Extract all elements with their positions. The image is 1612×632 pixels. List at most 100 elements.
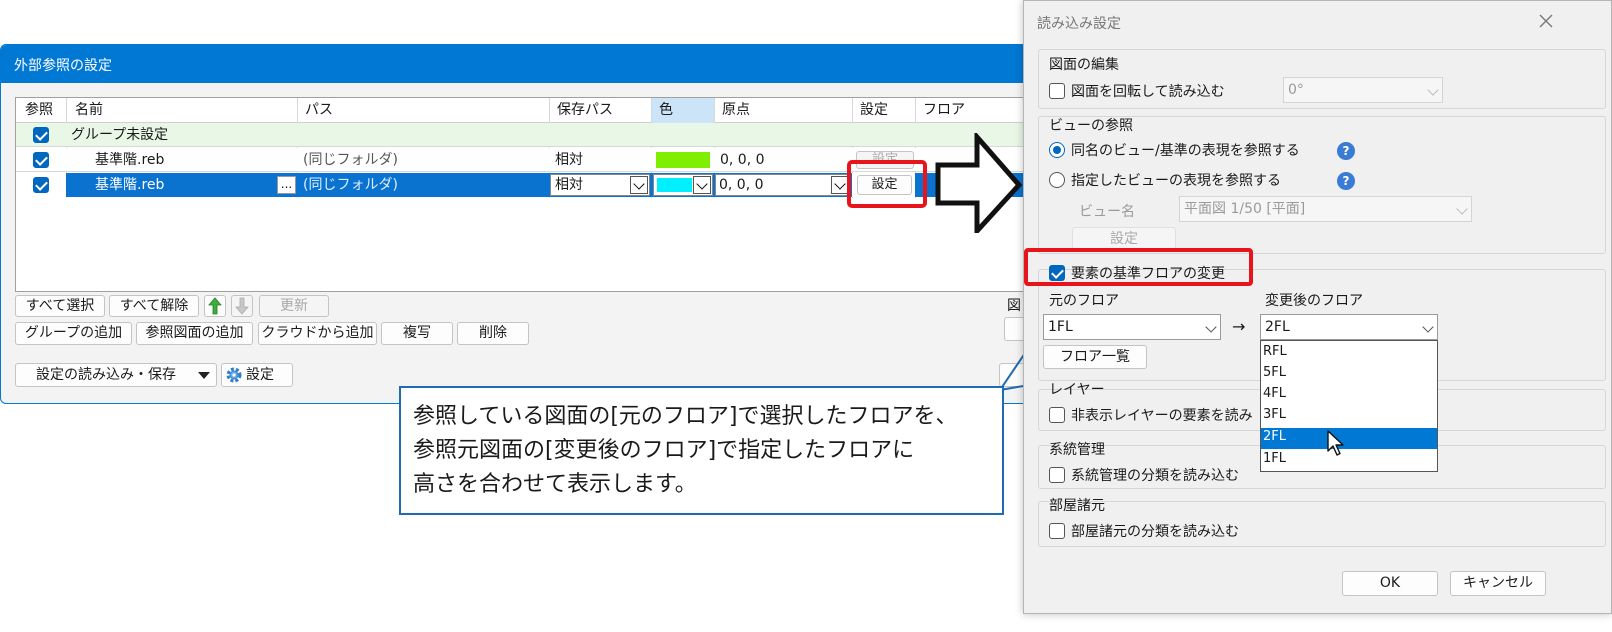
- from-floor-value: 1FL: [1048, 319, 1073, 335]
- chevron-down-icon: [633, 178, 645, 190]
- chevron-down-icon: [1427, 84, 1439, 96]
- to-floor-label: 変更後のフロア: [1265, 293, 1363, 309]
- arrow-up-icon: [208, 297, 222, 315]
- copy-button[interactable]: 複写: [381, 322, 453, 345]
- gear-icon: [226, 367, 242, 383]
- to-floor-select[interactable]: 2FL: [1260, 314, 1438, 340]
- col-header-origin[interactable]: 原点: [718, 98, 750, 122]
- add-reference-button[interactable]: 参照図面の追加: [136, 322, 253, 345]
- peek-section-label: 図: [1007, 298, 1021, 314]
- col-header-setting[interactable]: 設定: [856, 98, 888, 122]
- view-section-label: ビューの参照: [1049, 118, 1133, 134]
- row1-checkbox[interactable]: [33, 152, 49, 168]
- col-header-ref[interactable]: 参照: [21, 98, 53, 122]
- rotate-label[interactable]: 図面を回転して読み込む: [1071, 81, 1225, 101]
- cancel-button[interactable]: キャンセル: [1450, 571, 1546, 596]
- add-group-button[interactable]: グループの追加: [15, 322, 132, 345]
- load-save-label: 設定の読み込み・保存: [36, 367, 176, 383]
- col-header-name[interactable]: 名前: [71, 98, 103, 122]
- highlight-floor-change: [1024, 248, 1253, 286]
- dropdown-button[interactable]: [693, 176, 711, 194]
- row1-name: 基準階.reb: [95, 152, 165, 168]
- system-checkbox[interactable]: [1049, 467, 1065, 483]
- close-icon[interactable]: [1536, 11, 1556, 31]
- delete-button[interactable]: 削除: [457, 322, 529, 345]
- settings-label: 設定: [246, 367, 274, 383]
- move-up-button[interactable]: [204, 295, 226, 317]
- triangle-down-icon: [198, 372, 210, 379]
- col-header-path[interactable]: パス: [301, 98, 333, 122]
- row2-browse-button[interactable]: ...: [277, 176, 296, 194]
- update-button[interactable]: 更新: [259, 295, 329, 317]
- row1-save-path[interactable]: 相対: [551, 148, 583, 172]
- col-header-save-path[interactable]: 保存パス: [553, 98, 613, 122]
- chevron-down-icon: [696, 178, 708, 190]
- title-bar[interactable]: [1, 45, 1029, 83]
- floor-option-selected[interactable]: 2FL: [1263, 429, 1286, 444]
- row2-origin-value: 0, 0, 0: [719, 177, 764, 193]
- floor-option[interactable]: RFL: [1263, 344, 1287, 359]
- radio-same-view[interactable]: [1049, 142, 1065, 158]
- radio-specified-view-label[interactable]: 指定したビューの表現を参照する: [1071, 170, 1281, 190]
- mouse-cursor-icon: [1327, 430, 1344, 456]
- add-from-cloud-button[interactable]: クラウドから追加: [258, 322, 377, 345]
- dialog-title: 読み込み設定: [1037, 16, 1121, 32]
- settings-button[interactable]: 設定: [221, 363, 293, 387]
- radio-same-view-label[interactable]: 同名のビュー/基準の表現を参照する: [1071, 140, 1300, 160]
- room-checkbox[interactable]: [1049, 523, 1065, 539]
- floor-option[interactable]: 4FL: [1263, 386, 1286, 401]
- row2-color-swatch: [657, 178, 692, 192]
- row2-name[interactable]: 基準階.reb: [91, 173, 164, 197]
- window-title: 外部参照の設定: [14, 58, 112, 74]
- rotate-angle-select[interactable]: 0°: [1283, 77, 1443, 103]
- ok-button[interactable]: OK: [1342, 571, 1438, 596]
- radio-specified-view[interactable]: [1049, 172, 1065, 188]
- row2-save-combo[interactable]: 相対: [550, 174, 650, 196]
- col-header-color[interactable]: 色: [655, 98, 673, 122]
- chevron-down-icon: [1205, 321, 1217, 333]
- callout-line-1: 参照している図面の[元のフロア]で選択したフロアを、: [413, 404, 958, 429]
- floor-option[interactable]: 5FL: [1263, 365, 1286, 380]
- floor-list-button[interactable]: フロア一覧: [1043, 345, 1147, 369]
- room-section-label: 部屋諸元: [1049, 498, 1105, 514]
- view-name-label: ビュー名: [1079, 204, 1135, 220]
- rotate-checkbox[interactable]: [1049, 83, 1065, 99]
- highlight-setting-button: [847, 160, 927, 208]
- select-all-button[interactable]: すべて選択: [15, 295, 105, 317]
- deselect-all-button[interactable]: すべて解除: [109, 295, 199, 317]
- layer-label[interactable]: 非表示レイヤーの要素を読み: [1071, 405, 1253, 425]
- floor-option[interactable]: 3FL: [1263, 407, 1286, 422]
- view-name-select[interactable]: 平面図 1/50 [平面]: [1179, 196, 1472, 222]
- floor-option[interactable]: 1FL: [1263, 451, 1286, 466]
- arrow-right-icon: →: [1232, 317, 1246, 336]
- group-checkbox[interactable]: [33, 127, 49, 143]
- from-floor-label: 元のフロア: [1049, 293, 1119, 309]
- view-name-value: 平面図 1/50 [平面]: [1184, 201, 1306, 217]
- rotate-angle-value: 0°: [1288, 82, 1304, 98]
- row1-path: (同じフォルダ): [303, 152, 398, 168]
- dropdown-button[interactable]: [630, 176, 648, 194]
- chevron-down-icon: [1456, 203, 1468, 215]
- help-icon[interactable]: ?: [1337, 142, 1355, 160]
- row1-origin[interactable]: 0, 0, 0: [716, 148, 765, 172]
- help-icon[interactable]: ?: [1337, 172, 1355, 190]
- move-down-button[interactable]: [231, 295, 253, 317]
- room-label[interactable]: 部屋諸元の分類を読み込む: [1071, 521, 1239, 541]
- row2-origin-combo[interactable]: 0, 0, 0: [715, 174, 851, 196]
- load-save-settings-button[interactable]: 設定の読み込み・保存: [15, 363, 217, 387]
- system-label[interactable]: 系統管理の分類を読み込む: [1071, 465, 1239, 485]
- callout-box: 参照している図面の[元のフロア]で選択したフロアを、 参照元図面の[変更後のフロ…: [399, 386, 1004, 515]
- floor-dropdown-list[interactable]: [1260, 340, 1438, 472]
- callout-line-2: 参照元図面の[変更後のフロア]で指定したフロアに: [413, 438, 915, 463]
- close-icon-glyph: [1539, 14, 1553, 28]
- row2-checkbox[interactable]: [33, 177, 49, 193]
- col-header-floor[interactable]: フロア: [919, 98, 965, 122]
- browse-label: ...: [280, 177, 293, 191]
- group-label: グループ未設定: [71, 127, 169, 143]
- from-floor-select[interactable]: 1FL: [1043, 314, 1221, 340]
- row2-color-combo[interactable]: [653, 174, 713, 196]
- row1-color-swatch[interactable]: [656, 152, 710, 168]
- import-settings-dialog: 読み込み設定 図面の編集 図面を回転して読み込む 0° ビューの参照 同名のビュ…: [1023, 0, 1612, 614]
- chevron-down-icon: [1422, 321, 1434, 333]
- layer-checkbox[interactable]: [1049, 407, 1065, 423]
